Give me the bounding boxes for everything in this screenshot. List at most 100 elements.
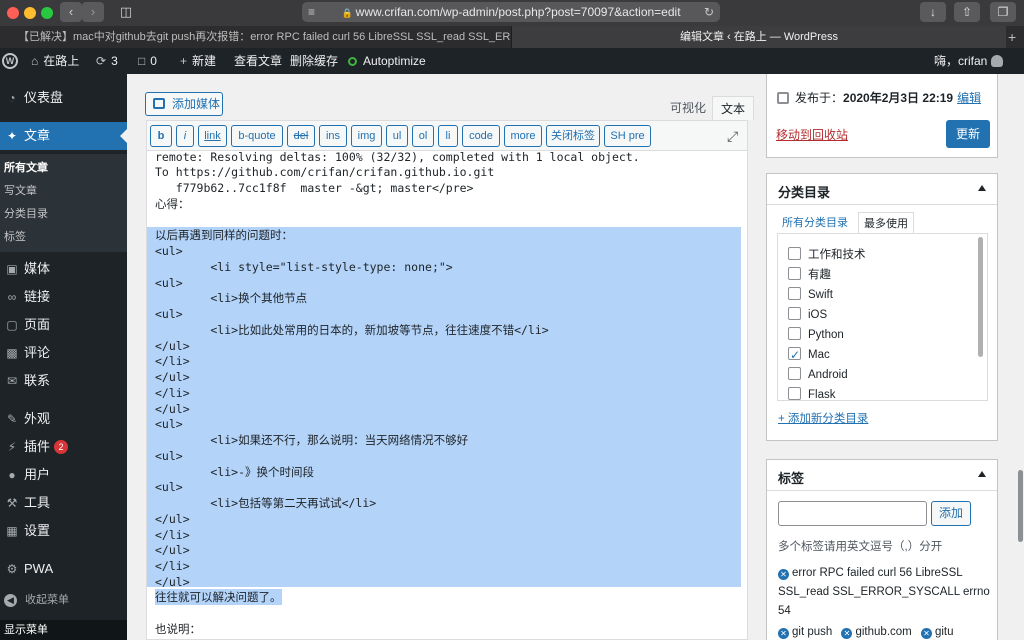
sidebar-item-pwa[interactable]: ⚙ PWA	[0, 555, 127, 583]
category-checkbox[interactable]	[788, 327, 801, 340]
add-new-category-link[interactable]: + 添加新分类目录	[778, 410, 868, 426]
submenu-new-post[interactable]: 写文章	[4, 180, 37, 202]
close-window-button[interactable]	[7, 7, 19, 19]
qt-link-button[interactable]: link	[198, 125, 227, 147]
qt-blockquote-button[interactable]: b-quote	[231, 125, 283, 147]
sidebar-item-media[interactable]: ▣ 媒体	[0, 255, 127, 283]
category-item[interactable]: Mac	[788, 345, 830, 365]
sidebar-item-dashboard[interactable]: ◔ 仪表盘	[0, 84, 127, 112]
tag-input[interactable]	[778, 501, 927, 526]
fullscreen-icon[interactable]: ⤢	[727, 128, 738, 145]
category-item[interactable]: Android	[788, 365, 848, 385]
view-post-link[interactable]: 查看文章	[234, 48, 282, 74]
category-checkbox-checked[interactable]	[788, 345, 801, 365]
clear-cache-link[interactable]: 删除缓存	[290, 48, 338, 74]
category-item[interactable]: Flask	[788, 385, 835, 400]
update-button[interactable]: 更新	[946, 120, 990, 148]
sidebar-item-comments[interactable]: ▩ 评论	[0, 339, 127, 367]
add-tag-button[interactable]: 添加	[931, 501, 971, 526]
user-account-link[interactable]: 嗨，crifan	[934, 48, 1004, 74]
page-scrollbar[interactable]	[1018, 470, 1023, 542]
category-item[interactable]: 工作和技术	[788, 245, 866, 265]
category-item[interactable]: Swift	[788, 285, 833, 305]
category-item[interactable]: iOS	[788, 305, 827, 325]
sidebar-item-contact[interactable]: ✉ 联系	[0, 367, 127, 395]
forward-icon[interactable]: ›	[82, 2, 104, 22]
updates-link[interactable]: ⟳ 3	[96, 48, 118, 74]
qt-sh-pre-button[interactable]: SH pre	[604, 125, 651, 147]
collapse-panel-icon[interactable]	[978, 471, 986, 477]
sidebar-item-links[interactable]: ∞ 链接	[0, 283, 127, 311]
sidebar-item-users[interactable]: ● 用户	[0, 461, 127, 489]
edit-date-link[interactable]: 编辑	[957, 91, 981, 105]
content-textarea[interactable]: remote: Resolving deltas: 100% (32/32), …	[147, 152, 747, 640]
new-content-link[interactable]: + 新建	[180, 48, 216, 74]
category-checkbox[interactable]	[788, 267, 801, 280]
qt-italic-button[interactable]: i	[176, 125, 194, 147]
new-tab-icon[interactable]: +	[1008, 26, 1016, 48]
current-arrow	[120, 129, 127, 143]
qt-code-button[interactable]: code	[462, 125, 500, 147]
reload-icon[interactable]: ↻	[704, 2, 714, 22]
downloads-icon[interactable]: ↓	[920, 2, 946, 22]
category-checkbox[interactable]	[788, 387, 801, 400]
category-item[interactable]: 有趣	[788, 265, 831, 285]
sidebar-item-posts[interactable]: ✦ 文章	[0, 122, 127, 150]
category-scrollbar[interactable]	[978, 237, 983, 357]
published-date-value: 2020年2月3日 22:19	[843, 91, 954, 105]
qt-close-tags-button[interactable]: 关闭标签	[546, 125, 600, 147]
category-checkbox[interactable]	[788, 247, 801, 260]
sidebar-item-plugins[interactable]: ⚡ 插件 2	[0, 433, 127, 461]
remove-tag-icon[interactable]: ✕	[920, 628, 932, 639]
tab-most-used[interactable]: 最多使用	[858, 212, 914, 234]
qt-ul-button[interactable]: ul	[386, 125, 408, 147]
tab-text[interactable]: 文本	[712, 96, 755, 120]
qt-ins-button[interactable]: ins	[319, 125, 347, 147]
remove-tag-icon[interactable]: ✕	[778, 569, 789, 580]
tab-overview-icon[interactable]: ❐	[990, 2, 1016, 22]
address-bar[interactable]: ≡ 🔒 www.crifan.com/wp-admin/post.php?post…	[302, 2, 720, 22]
site-name-link[interactable]: ⌂ 在路上	[31, 48, 79, 74]
back-icon[interactable]: ‹	[60, 2, 82, 22]
qt-img-button[interactable]: img	[351, 125, 382, 147]
text-selection	[147, 227, 741, 587]
category-item[interactable]: Python	[788, 325, 844, 345]
sidebar-item-pages[interactable]: ▢ 页面	[0, 311, 127, 339]
sidebar-toggle-icon[interactable]: ◫	[113, 3, 139, 22]
zoom-window-button[interactable]	[41, 7, 53, 19]
minimize-window-button[interactable]	[24, 7, 36, 19]
tab-all-categories[interactable]: 所有分类目录	[782, 212, 848, 234]
qt-li-button[interactable]: li	[438, 125, 458, 147]
category-checkbox[interactable]	[788, 287, 801, 300]
sidebar-item-appearance[interactable]: ✎ 外观	[0, 405, 127, 433]
submenu-all-posts[interactable]: 所有文章	[4, 157, 48, 179]
share-icon[interactable]: ⇧	[954, 2, 980, 22]
link-icon: ∞	[7, 290, 17, 304]
collapse-panel-icon[interactable]	[978, 185, 986, 191]
remove-tag-icon[interactable]: ✕	[778, 628, 789, 639]
comment-icon: ▩	[6, 346, 18, 360]
comments-link[interactable]: □ 0	[138, 48, 157, 74]
show-menu-label[interactable]: 显示菜单	[0, 620, 127, 640]
sidebar-item-tools[interactable]: ⚒ 工具	[0, 489, 127, 517]
qt-bold-button[interactable]: b	[150, 125, 172, 147]
qt-del-button[interactable]: del	[287, 125, 315, 147]
tag-label: github.com	[855, 626, 912, 638]
category-checkbox[interactable]	[788, 367, 801, 380]
autoptimize-link[interactable]: Autoptimize	[348, 48, 426, 74]
reader-icon[interactable]: ≡	[308, 2, 315, 22]
move-to-trash-link[interactable]: 移动到回收站	[776, 126, 848, 143]
submenu-tags[interactable]: 标签	[4, 226, 26, 248]
qt-ol-button[interactable]: ol	[412, 125, 434, 147]
browser-tab[interactable]: 【已解决】mac中对github去git push再次报错：error RPC …	[0, 26, 512, 48]
submenu-categories[interactable]: 分类目录	[4, 203, 48, 225]
category-checkbox[interactable]	[788, 307, 801, 320]
qt-more-button[interactable]: more	[504, 125, 542, 147]
remove-tag-icon[interactable]: ✕	[841, 628, 853, 639]
sidebar-item-settings[interactable]: ▦ 设置	[0, 517, 127, 545]
add-media-button[interactable]: 添加媒体	[145, 92, 223, 116]
wordpress-logo-icon[interactable]: W	[2, 53, 18, 69]
tab-visual[interactable]: 可视化	[662, 96, 714, 120]
collapse-menu-button[interactable]: ◀ 收起菜单	[0, 588, 127, 612]
browser-tab-active[interactable]: 编辑文章 ‹ 在路上 — WordPress	[512, 26, 1006, 48]
